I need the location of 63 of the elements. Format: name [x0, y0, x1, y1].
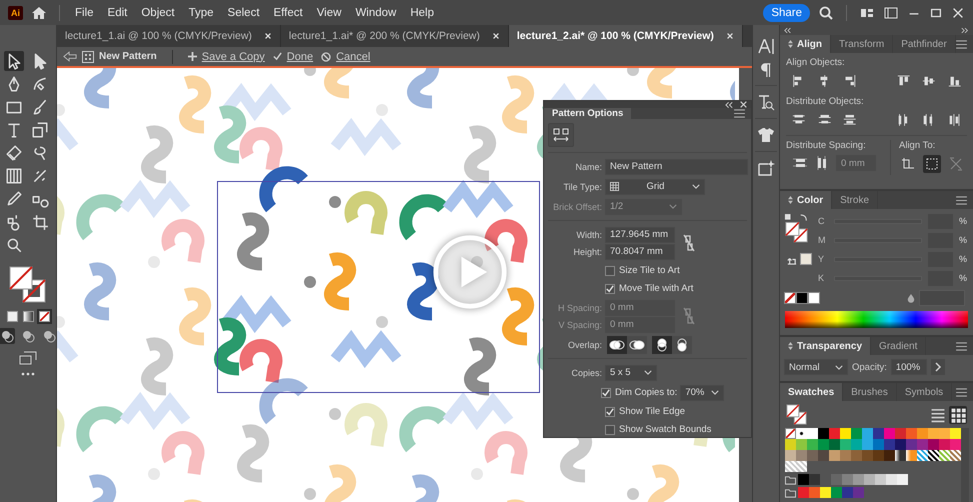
- panel-tab[interactable]: Symbols: [896, 383, 952, 401]
- panel-tab[interactable]: Brushes: [843, 383, 897, 401]
- field-label: Copies:: [570, 368, 602, 378]
- panel-tab[interactable]: Color: [780, 191, 832, 209]
- panel-tab[interactable]: Pathfinder: [893, 35, 956, 53]
- unit-label: %: [959, 235, 968, 245]
- panel-tab[interactable]: Transform: [831, 35, 894, 53]
- checkbox[interactable]: Show Tile Edge: [548, 404, 747, 419]
- panel-tab[interactable]: Swatches: [780, 383, 844, 401]
- section-label: Align Objects:: [786, 57, 846, 68]
- field-label: Brick Offset:: [552, 202, 602, 212]
- unit-label: %: [959, 216, 968, 226]
- section-label: Distribute Objects:: [786, 96, 865, 107]
- size-field[interactable]: 70.8047 mm: [605, 244, 675, 260]
- checkbox[interactable]: Move Tile with Art: [548, 281, 747, 296]
- menu-item[interactable]: File: [72, 6, 97, 18]
- channel-label: K: [818, 273, 826, 283]
- panel-tab[interactable]: Transparency: [780, 337, 872, 355]
- field-label: V Spacing:: [557, 320, 602, 330]
- cancel-link[interactable]: Cancel: [336, 50, 370, 62]
- opacity-label: Opacity:: [852, 362, 887, 372]
- menu-item[interactable]: Help: [407, 6, 437, 18]
- channel-label: C: [818, 216, 826, 226]
- unit-label: %: [959, 254, 968, 264]
- field-label: Tile Type:: [562, 182, 602, 192]
- size-field[interactable]: 127.9645 mm: [605, 226, 675, 242]
- panel-tab[interactable]: Stroke: [832, 191, 878, 209]
- opacity-field[interactable]: 100%: [890, 359, 927, 375]
- checkbox[interactable]: Show Swatch Bounds: [548, 422, 747, 437]
- channel-label: Y: [818, 254, 826, 264]
- spacing-field[interactable]: 0 mm: [836, 155, 876, 171]
- share-button[interactable]: Share: [763, 4, 810, 22]
- section-label: Distribute Spacing:: [786, 140, 867, 151]
- field-label: Name:: [574, 162, 602, 172]
- pattern-name: New Pattern: [99, 51, 157, 62]
- app-logo: Ai: [8, 6, 23, 20]
- panel-tab[interactable]: Align: [780, 35, 831, 53]
- panel-tab[interactable]: Pattern Options: [544, 108, 632, 119]
- checkbox[interactable]: Dim Copies to:: [601, 385, 678, 400]
- unit-label: %: [959, 273, 968, 283]
- name-field[interactable]: New Pattern: [605, 158, 748, 174]
- field-label: Height:: [572, 246, 602, 256]
- menu-item[interactable]: Select: [224, 6, 263, 18]
- field-label: H Spacing:: [556, 302, 602, 312]
- menu-item[interactable]: Effect: [270, 6, 306, 18]
- dim-dropdown[interactable]: 70%: [680, 384, 724, 400]
- save-link[interactable]: Save a Copy: [202, 50, 265, 62]
- done-link[interactable]: Done: [286, 50, 314, 62]
- copies-dropdown[interactable]: 5 x 5: [605, 364, 657, 380]
- field-label: Width:: [575, 230, 602, 240]
- panel-tab[interactable]: Gradient: [871, 337, 926, 355]
- menu-item[interactable]: Edit: [104, 6, 130, 18]
- blend-mode-dropdown[interactable]: Normal: [784, 359, 848, 375]
- menu-item[interactable]: Window: [352, 6, 400, 18]
- checkbox[interactable]: Size Tile to Art: [548, 263, 747, 278]
- channel-label: M: [818, 235, 826, 245]
- menu-item[interactable]: View: [314, 6, 344, 18]
- document-tab[interactable]: lecture1_2.ai* @ 100 % (CMYK/Preview): [508, 25, 743, 47]
- menu-item[interactable]: Object: [138, 6, 178, 18]
- field-label: Overlap:: [566, 340, 602, 350]
- section-label: Align To:: [899, 140, 936, 151]
- menu-item[interactable]: Type: [186, 6, 217, 18]
- dropdown[interactable]: Grid: [605, 178, 705, 194]
